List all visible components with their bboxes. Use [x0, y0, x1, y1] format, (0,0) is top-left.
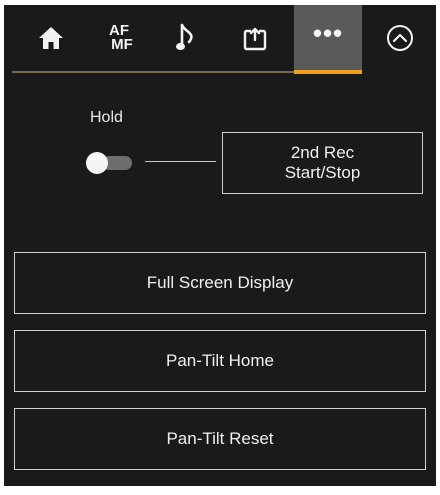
music-note-icon	[176, 23, 198, 53]
second-rec-label-line1: 2nd Rec	[290, 143, 355, 162]
control-panel: AF MF ••• Hold 2nd Rec Start/Stop Full S…	[4, 5, 436, 486]
full-screen-display-label: Full Screen Display	[146, 273, 294, 292]
more-icon: •••	[312, 18, 344, 48]
tab-bar: AF MF •••	[4, 5, 436, 74]
home-icon	[38, 26, 64, 50]
hold-toggle[interactable]	[84, 152, 136, 174]
second-rec-label-line2: Start/Stop	[284, 163, 361, 182]
chevron-up-circle-icon	[386, 24, 414, 52]
pan-tilt-reset-label: Pan-Tilt Reset	[166, 429, 274, 448]
full-screen-display-button[interactable]: Full Screen Display	[14, 252, 426, 314]
hold-toggle-knob	[86, 152, 108, 174]
tab-af-mf[interactable]: AF MF	[90, 5, 148, 71]
assign-icon	[243, 25, 267, 51]
tab-assign[interactable]	[226, 5, 284, 71]
active-tab-indicator	[294, 70, 362, 74]
second-rec-start-stop-button[interactable]: 2nd Rec Start/Stop	[222, 132, 423, 194]
pan-tilt-home-label: Pan-Tilt Home	[165, 351, 274, 370]
hold-label: Hold	[90, 109, 123, 126]
tab-audio[interactable]	[158, 5, 216, 71]
collapse-button[interactable]	[374, 5, 426, 71]
af-mf-icon: AF MF	[105, 23, 133, 53]
pan-tilt-home-button[interactable]: Pan-Tilt Home	[14, 330, 426, 392]
pan-tilt-reset-button[interactable]: Pan-Tilt Reset	[14, 408, 426, 470]
tab-home[interactable]	[22, 5, 80, 71]
tab-more[interactable]: •••	[294, 5, 362, 71]
connector-line	[145, 161, 216, 162]
mf-label: MF	[111, 36, 133, 53]
